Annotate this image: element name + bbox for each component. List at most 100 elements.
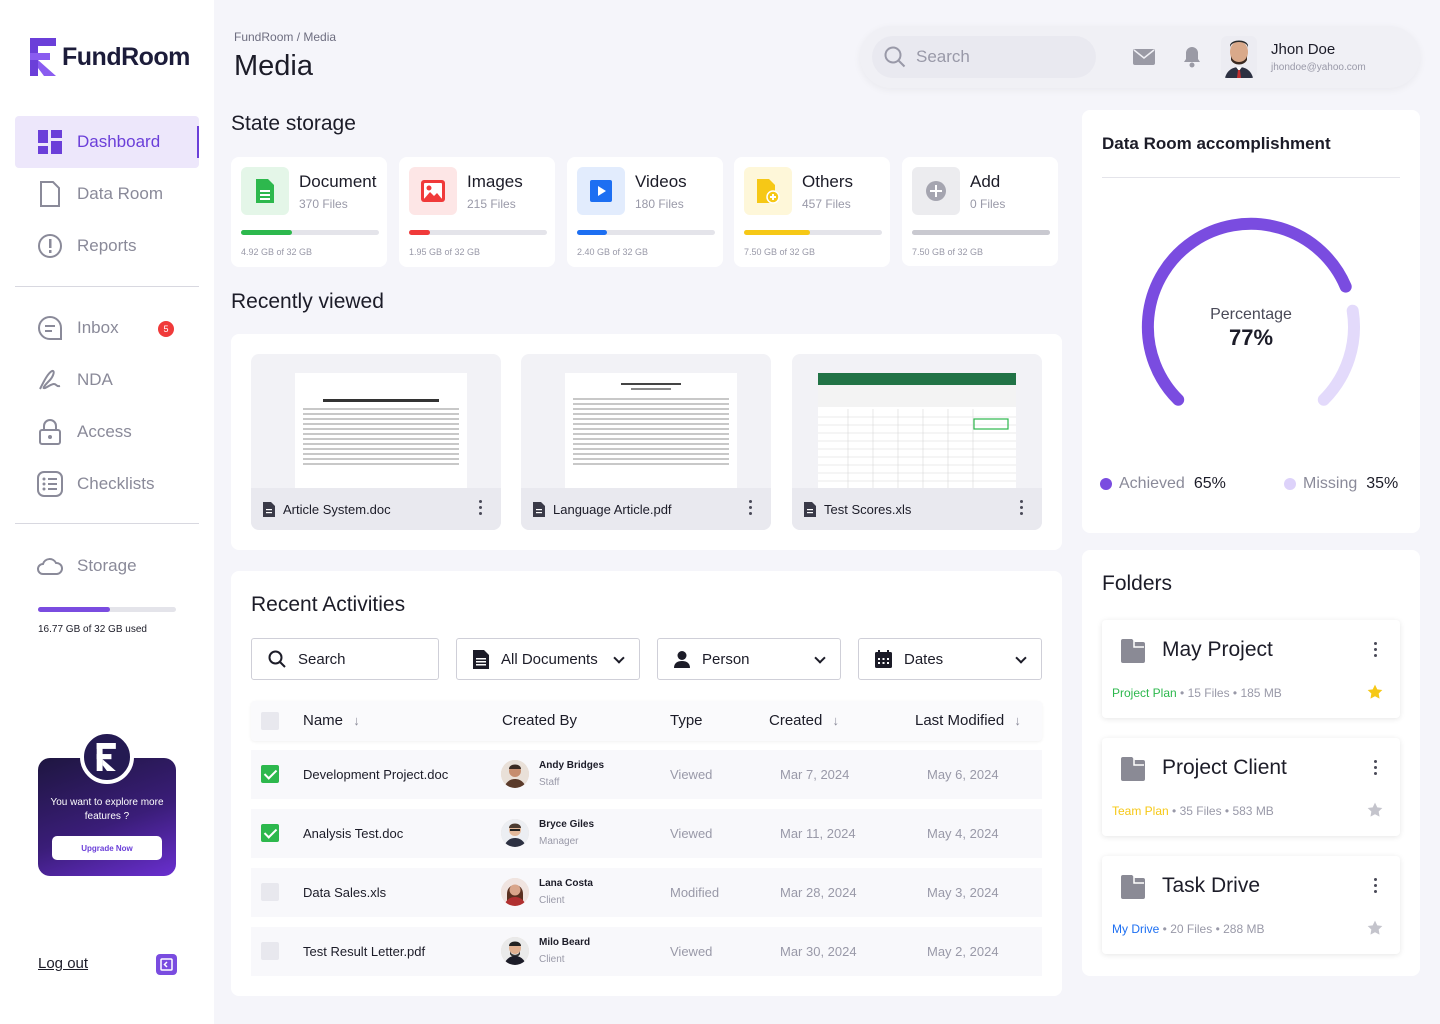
table-row[interactable]: Test Result Letter.pdf Milo Beard Client… [251, 927, 1042, 976]
storage-card-count: 0 Files [970, 197, 1006, 211]
recent-file-card[interactable]: Article System.doc [251, 354, 501, 530]
sidebar-item-data-room[interactable]: Data Room [15, 168, 199, 220]
person-icon [674, 650, 690, 668]
more-options-icon[interactable] [1020, 500, 1024, 515]
storage-card-size: 7.50 GB of 32 GB [912, 247, 984, 257]
storage-card-add[interactable]: Add 0 Files 7.50 GB of 32 GB [902, 157, 1058, 266]
chat-icon [37, 315, 63, 341]
other-files-icon [744, 167, 792, 215]
column-header-type[interactable]: Type [670, 712, 703, 729]
user-name: Jhon Doe [1271, 41, 1336, 58]
more-options-icon[interactable] [479, 500, 483, 515]
alert-circle-icon [37, 233, 63, 259]
mail-icon[interactable] [1133, 49, 1155, 65]
row-checkbox[interactable] [261, 824, 279, 842]
folder-icon [1121, 639, 1145, 663]
recent-file-card[interactable]: Test Scores.xls [792, 354, 1042, 530]
promo-logo-icon [80, 730, 134, 784]
activity-search-input[interactable]: Search [251, 638, 439, 680]
star-icon[interactable] [1367, 684, 1383, 700]
checklist-icon [37, 471, 63, 497]
storage-card-size: 2.40 GB of 32 GB [577, 247, 649, 257]
sidebar-item-access[interactable]: Access [15, 406, 199, 458]
folder-stats: • 15 Files • 185 MB [1176, 686, 1282, 700]
sidebar-item-nda[interactable]: NDA [15, 354, 199, 406]
column-header-created[interactable]: Created ↓ [769, 712, 839, 729]
accomplishment-panel: Data Room accomplishment Percentage 77% … [1082, 110, 1420, 533]
recent-file-card[interactable]: Language Article.pdf [521, 354, 771, 530]
dashboard-icon [37, 129, 63, 155]
more-options-icon[interactable] [1374, 878, 1378, 893]
upgrade-promo: You want to explore more features ? Upgr… [38, 730, 176, 876]
document-icon [473, 649, 489, 669]
storage-card-fill [744, 230, 811, 235]
row-type: Modified [670, 885, 720, 900]
folder-plan: Project Plan [1112, 686, 1177, 700]
user-avatar[interactable] [1221, 36, 1257, 78]
folders-title: Folders [1102, 572, 1173, 595]
sidebar-item-storage[interactable]: Storage [15, 540, 199, 592]
documents-filter-label: All Documents [501, 650, 598, 668]
column-header-last-modified[interactable]: Last Modified ↓ [915, 712, 1021, 729]
row-checkbox[interactable] [261, 765, 279, 783]
table-header: Name ↓ Created By Type Created ↓ Last Mo… [251, 701, 1042, 741]
star-icon[interactable] [1367, 920, 1383, 936]
row-created: Mar 7, 2024 [780, 767, 850, 782]
recent-file-footer: Test Scores.xls [792, 488, 1042, 530]
column-header-created-by[interactable]: Created By [502, 712, 577, 729]
select-all-checkbox[interactable] [261, 712, 279, 730]
folder-card[interactable]: Project Client Team Plan • 35 Files • 58… [1102, 738, 1400, 836]
avatar [501, 760, 529, 788]
more-options-icon[interactable] [1374, 642, 1378, 657]
storage-card-count: 215 Files [467, 197, 516, 211]
row-modified: May 6, 2024 [927, 767, 999, 782]
storage-card-fill [577, 230, 608, 235]
legend-value: 35% [1366, 475, 1399, 492]
legend-achieved: Achieved 65% [1100, 475, 1226, 493]
upgrade-button[interactable]: Upgrade Now [52, 836, 162, 860]
table-row[interactable]: Development Project.doc Andy Bridges Sta… [251, 750, 1042, 799]
row-file-name: Data Sales.xls [303, 885, 387, 900]
collapse-sidebar-icon[interactable] [156, 954, 177, 975]
table-row[interactable]: Analysis Test.doc Bryce Giles Manager Vi… [251, 809, 1042, 858]
recent-file-footer: Language Article.pdf [521, 488, 771, 530]
folder-stats: • 35 Files • 583 MB [1168, 804, 1274, 818]
storage-used-text: 16.77 GB of 32 GB used [38, 624, 147, 635]
row-person-role: Manager [539, 836, 579, 847]
folder-card[interactable]: Task Drive My Drive • 20 Files • 288 MB [1102, 856, 1400, 954]
sidebar-item-dashboard[interactable]: Dashboard [15, 116, 199, 168]
person-filter-dropdown[interactable]: Person [657, 638, 841, 680]
fundroom-logo[interactable]: FundRoom [30, 38, 190, 76]
document-icon [241, 167, 289, 215]
breadcrumb: FundRoom / Media [234, 30, 337, 44]
table-row[interactable]: Data Sales.xls Lana Costa Client Modifie… [251, 868, 1042, 917]
more-options-icon[interactable] [749, 500, 753, 515]
storage-card-progress [409, 230, 547, 235]
sidebar-item-checklists[interactable]: Checklists [15, 458, 199, 510]
row-checkbox[interactable] [261, 883, 279, 901]
storage-card-images[interactable]: Images 215 Files 1.95 GB of 32 GB [399, 157, 555, 267]
search-placeholder: Search [916, 47, 970, 66]
gauge-label: Percentage [1210, 306, 1292, 323]
sidebar-item-reports[interactable]: Reports [15, 220, 199, 272]
more-options-icon[interactable] [1374, 760, 1378, 775]
documents-filter-dropdown[interactable]: All Documents [456, 638, 640, 680]
dates-filter-dropdown[interactable]: Dates [858, 638, 1042, 680]
storage-card-name: Others [802, 172, 854, 191]
row-file-name: Development Project.doc [303, 767, 449, 782]
row-checkbox[interactable] [261, 942, 279, 960]
column-header-name[interactable]: Name ↓ [303, 712, 360, 729]
storage-card-document[interactable]: Document 370 Files 4.92 GB of 32 GB [231, 157, 387, 267]
activity-search-placeholder: Search [298, 650, 346, 668]
row-person-name: Bryce Giles [539, 819, 595, 830]
bell-icon[interactable] [1183, 46, 1201, 68]
star-icon[interactable] [1367, 802, 1383, 818]
search-input[interactable]: Search [872, 36, 1096, 78]
storage-card-others[interactable]: Others 457 Files 7.50 GB of 32 GB [734, 157, 890, 267]
user-email: jhondoe@yahoo.com [1271, 62, 1366, 73]
logout-link[interactable]: Log out [38, 955, 88, 972]
recent-file-footer: Article System.doc [251, 488, 501, 530]
sort-down-icon: ↓ [832, 713, 840, 728]
storage-card-videos[interactable]: Videos 180 Files 2.40 GB of 32 GB [567, 157, 723, 267]
folder-card[interactable]: May Project Project Plan • 15 Files • 18… [1102, 620, 1400, 718]
